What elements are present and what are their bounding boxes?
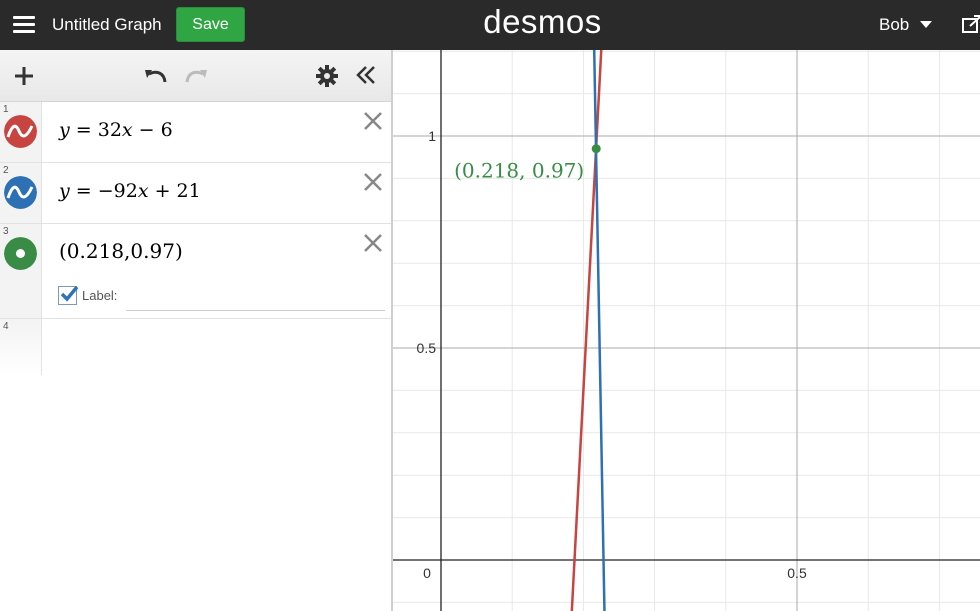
caret-down-icon[interactable] — [920, 21, 932, 28]
user-menu[interactable]: Bob — [879, 15, 909, 35]
expression-number: 2 — [3, 165, 9, 176]
expression-number: 1 — [3, 104, 9, 115]
expression-latex[interactable]: y = −92x + 21 — [59, 180, 201, 202]
graph-curves — [570, 50, 606, 611]
x-tick-label: 0.5 — [787, 565, 807, 581]
desmos-logo: desmos — [483, 3, 602, 40]
x-tick-label: 0 — [423, 565, 431, 581]
tick-labels: 0 0.5 0.5 1 — [417, 128, 807, 581]
delete-expression-icon[interactable] — [362, 171, 384, 193]
label-option-text: Label: — [82, 288, 118, 303]
delete-expression-icon[interactable] — [362, 232, 384, 254]
collapse-list-icon[interactable] — [355, 65, 377, 85]
redo-icon[interactable] — [183, 65, 209, 85]
label-checkbox[interactable] — [58, 285, 79, 305]
y-tick-label: 1 — [428, 128, 436, 144]
graph-points: (0.218, 0.97) — [454, 144, 601, 183]
expression-latex[interactable]: (0.218,0.97) — [59, 239, 183, 263]
graph-paper[interactable]: 0 0.5 0.5 1 (0.218, 0.97) — [393, 50, 980, 611]
expression-gutter: 1 — [0, 102, 42, 162]
y-tick-label: 0.5 — [417, 340, 437, 356]
intersection-point[interactable] — [591, 144, 601, 154]
expression-list: 1 y = 32x − 6 2 y = −92x + 21 3 (0.218,0… — [0, 50, 391, 611]
save-button[interactable]: Save — [176, 7, 245, 42]
expression-row-4[interactable]: 4 — [0, 319, 391, 375]
expression-number: 3 — [3, 226, 9, 237]
blue-line-series — [592, 50, 606, 611]
axes — [393, 50, 980, 611]
settings-gear-icon[interactable] — [316, 65, 338, 87]
expression-toolbar — [0, 50, 391, 102]
graph-line-blue-icon[interactable] — [4, 176, 37, 209]
graph-canvas[interactable]: 0 0.5 0.5 1 (0.218, 0.97) — [393, 50, 980, 611]
menu-icon[interactable] — [13, 14, 35, 34]
red-line-series — [570, 50, 603, 611]
graph-title[interactable]: Untitled Graph — [52, 15, 162, 35]
expression-number: 4 — [3, 321, 9, 332]
point-label-input[interactable] — [126, 286, 385, 311]
add-expression-icon[interactable] — [13, 66, 35, 86]
major-gridlines — [393, 50, 980, 611]
expression-row-3[interactable]: 3 (0.218,0.97) Label: — [0, 224, 391, 319]
expression-latex[interactable]: y = 32x − 6 — [59, 119, 173, 141]
minor-gridlines — [393, 50, 980, 611]
expression-gutter: 4 — [0, 319, 42, 375]
expression-gutter: 3 — [0, 224, 42, 318]
expression-gutter: 2 — [0, 163, 42, 223]
expression-row-1[interactable]: 1 y = 32x − 6 — [0, 102, 391, 163]
checkmark-icon — [60, 285, 79, 302]
expression-row-2[interactable]: 2 y = −92x + 21 — [0, 163, 391, 224]
delete-expression-icon[interactable] — [362, 110, 384, 132]
point-label: (0.218, 0.97) — [454, 159, 584, 183]
graph-line-red-icon[interactable] — [4, 115, 37, 148]
graph-point-green-icon[interactable] — [4, 237, 37, 270]
share-icon[interactable] — [962, 14, 980, 34]
top-bar: Untitled Graph Save desmos Bob — [0, 0, 980, 50]
undo-icon[interactable] — [143, 65, 169, 85]
